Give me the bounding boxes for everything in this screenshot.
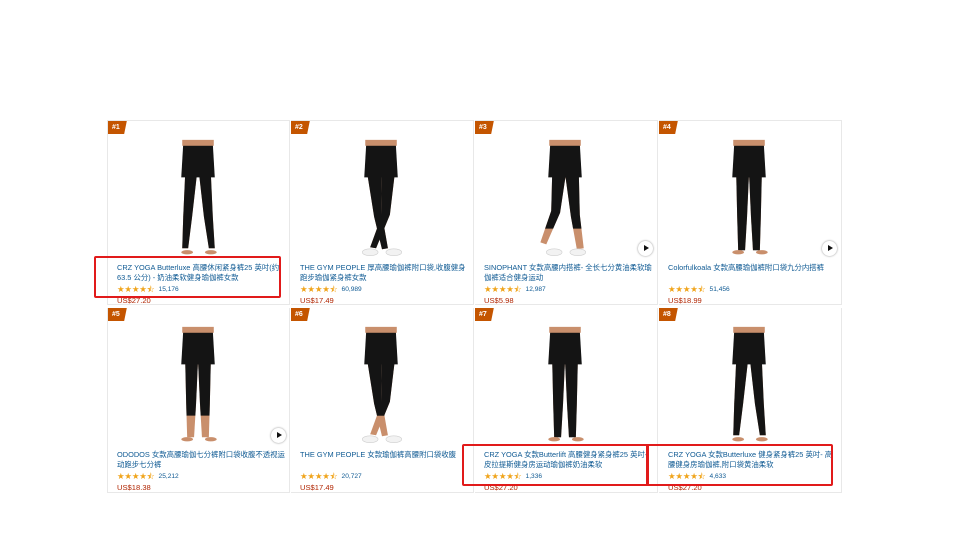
price: US$5.98	[484, 296, 514, 305]
review-count[interactable]: 60,989	[342, 285, 362, 294]
price: US$17.49	[300, 483, 334, 492]
rank-badge: #7	[475, 308, 494, 321]
product-card[interactable]: #5 ODODOS 女款高腰瑜伽七分裤附口袋收腹不透视运动跑步七分裤 ★★★★⯪ 25…	[107, 308, 290, 493]
rank-badge: #3	[475, 121, 494, 134]
product-image[interactable]	[130, 324, 268, 449]
rating[interactable]: ★★★★⯪ 60,989	[300, 285, 362, 294]
star-icon: ★★★★⯪	[300, 284, 338, 294]
product-title-link[interactable]: THE GYM PEOPLE 女款瑜伽裤高腰附口袋收腹	[300, 450, 468, 470]
rating[interactable]: ★★★★⯪ 51,456	[668, 285, 730, 294]
product-image[interactable]	[313, 324, 451, 449]
play-icon[interactable]	[638, 241, 653, 256]
product-grid: #1 CRZ YOGA Butterluxe 高腰休闲紧身裤25 英吋(约63.5…	[94, 120, 842, 493]
product-card[interactable]: #6 THE GYM PEOPLE 女款瑜伽裤高腰附口袋收腹 ★★★★⯪ 20,727…	[291, 308, 474, 493]
price: US$18.99	[668, 296, 702, 305]
product-title-link[interactable]: THE GYM PEOPLE 厚高腰瑜伽裤附口袋,收腹健身跑步瑜伽紧身裤女款	[300, 263, 468, 283]
review-count[interactable]: 12,987	[526, 285, 546, 294]
product-card[interactable]: #4 Colorfulkoala 女款高腰瑜伽裤附口袋九分内搭裤 ★★★★⯪ 51,4…	[659, 120, 842, 305]
rank-badge: #4	[659, 121, 678, 134]
review-count[interactable]: 51,456	[710, 285, 730, 294]
product-card[interactable]: #3 SINOPHANT 女款高腰内搭裤- 全长七分黄油柔软瑜伽裤适合健身运动 ★★…	[475, 120, 658, 305]
product-image[interactable]	[497, 324, 635, 449]
rank-badge: #8	[659, 308, 678, 321]
rating[interactable]: ★★★★⯪ 25,212	[117, 472, 179, 481]
play-icon[interactable]	[822, 241, 837, 256]
rating[interactable]: ★★★★⯪ 20,727	[300, 472, 362, 481]
star-icon: ★★★★⯪	[668, 284, 706, 294]
product-image[interactable]	[313, 137, 451, 262]
rank-badge: #5	[108, 308, 127, 321]
product-image[interactable]	[130, 137, 268, 262]
product-image[interactable]	[497, 137, 635, 262]
product-title-link[interactable]: SINOPHANT 女款高腰内搭裤- 全长七分黄油柔软瑜伽裤适合健身运动	[484, 263, 652, 283]
star-icon: ★★★★⯪	[484, 284, 522, 294]
product-title-link[interactable]: ODODOS 女款高腰瑜伽七分裤附口袋收腹不透视运动跑步七分裤	[117, 450, 285, 470]
price: US$18.38	[117, 483, 151, 492]
rating[interactable]: ★★★★⯪ 12,987	[484, 285, 546, 294]
star-icon: ★★★★⯪	[300, 471, 338, 481]
highlight-box	[462, 444, 649, 486]
rank-badge: #2	[291, 121, 310, 134]
price: US$17.49	[300, 296, 334, 305]
review-count[interactable]: 20,727	[342, 472, 362, 481]
rank-badge: #1	[108, 121, 127, 134]
highlight-box	[646, 444, 833, 486]
star-icon: ★★★★⯪	[117, 471, 155, 481]
play-icon[interactable]	[271, 428, 286, 443]
product-image[interactable]	[681, 137, 819, 262]
product-card[interactable]: #2 THE GYM PEOPLE 厚高腰瑜伽裤附口袋,收腹健身跑步瑜伽紧身裤女款…	[291, 120, 474, 305]
product-image[interactable]	[681, 324, 819, 449]
rank-badge: #6	[291, 308, 310, 321]
review-count[interactable]: 25,212	[159, 472, 179, 481]
highlight-box	[94, 256, 281, 298]
product-title-link[interactable]: Colorfulkoala 女款高腰瑜伽裤附口袋九分内搭裤	[668, 263, 836, 283]
